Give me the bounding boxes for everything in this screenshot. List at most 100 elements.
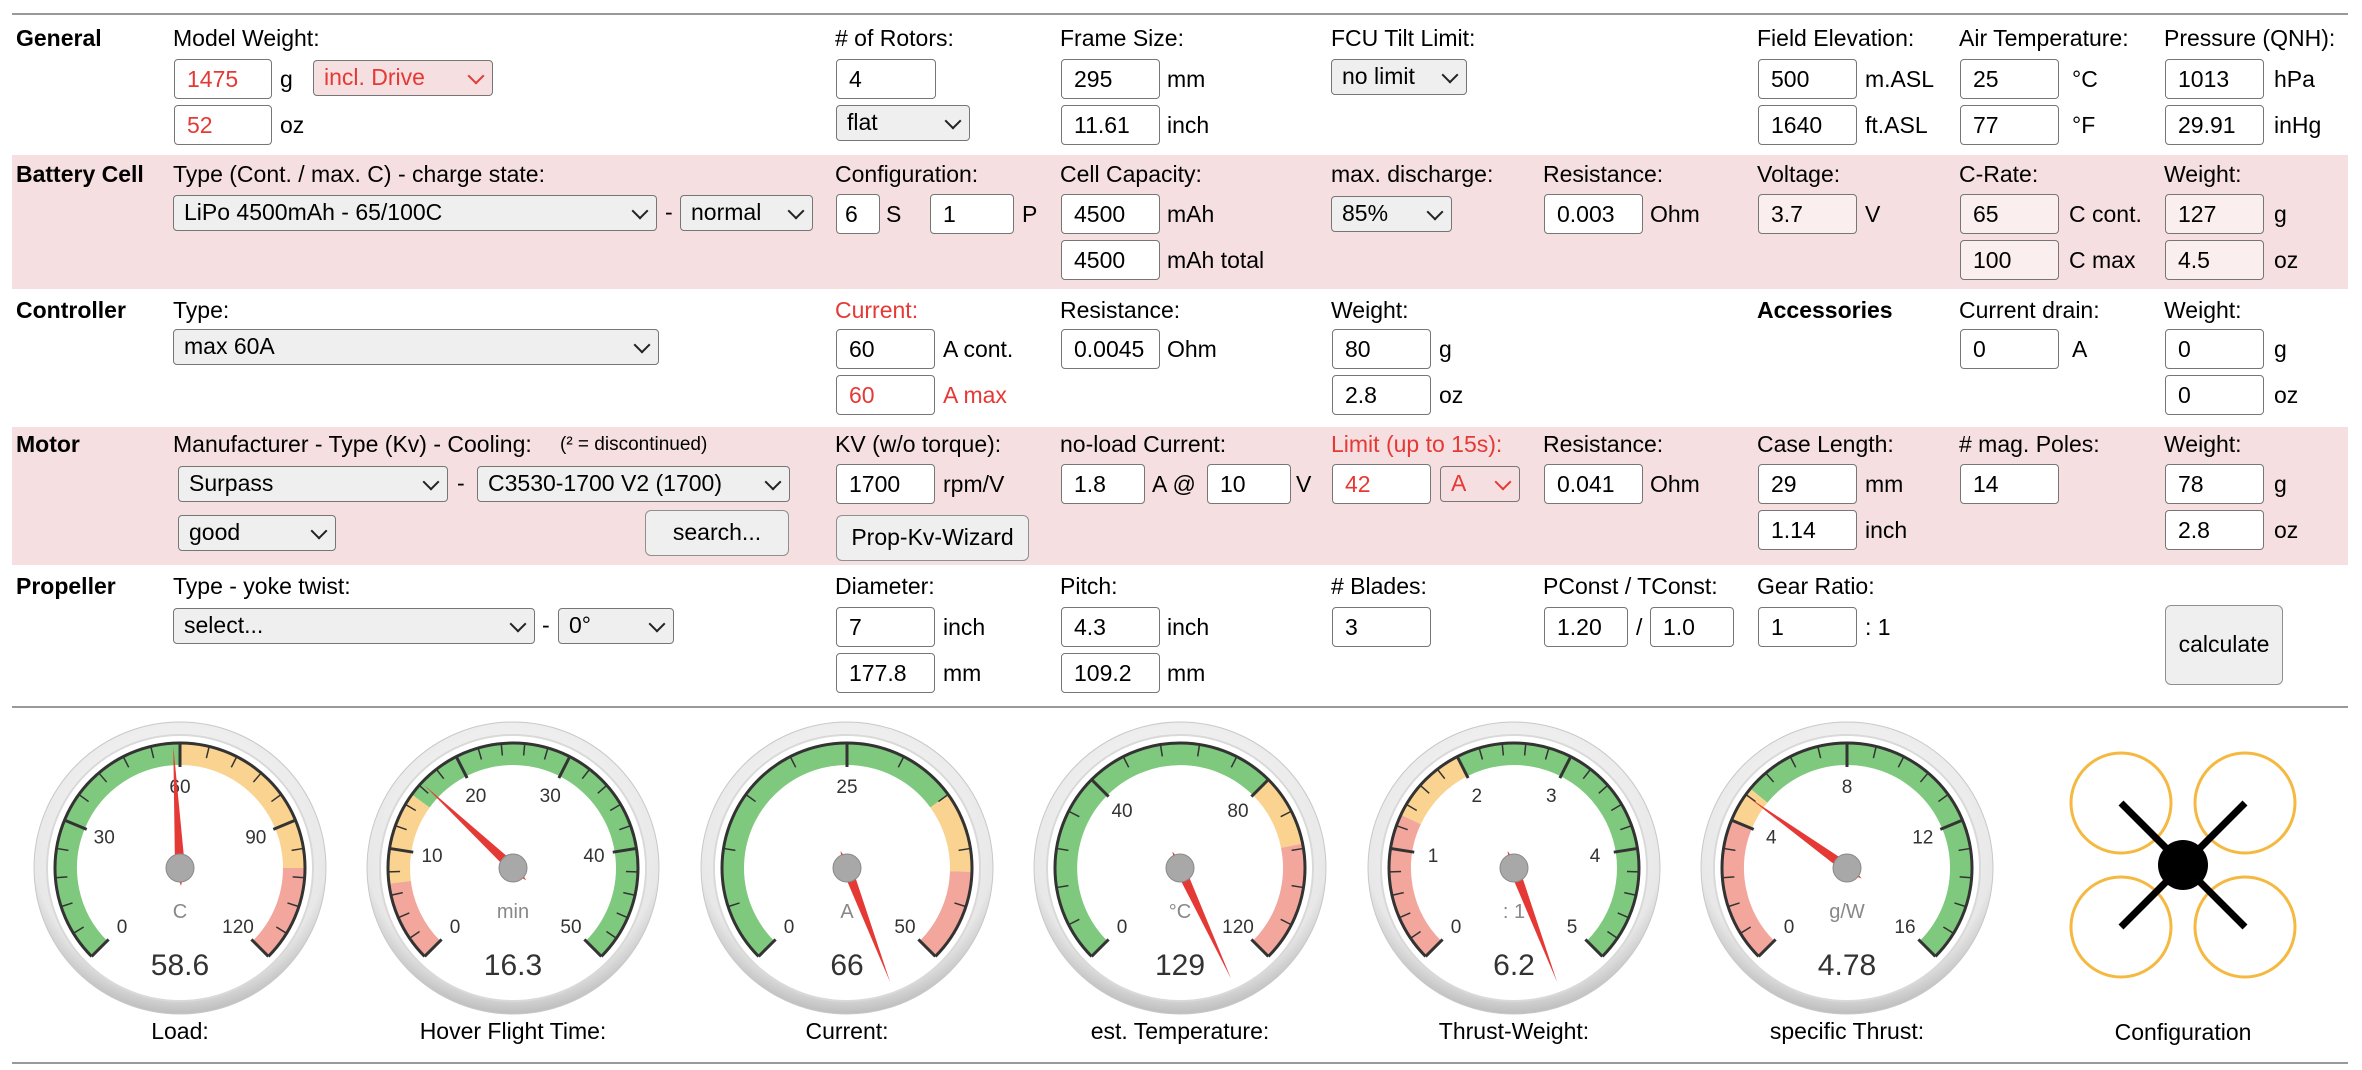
chevron-down-icon	[764, 473, 782, 491]
drive-select[interactable]: incl. Drive	[313, 60, 493, 96]
case-length-inch-input[interactable]	[1758, 510, 1857, 550]
gauge-minor-tick	[1722, 876, 1735, 879]
battery-type-select[interactable]: LiPo 4500mAh - 65/100C	[173, 195, 657, 231]
case-length-label: Case Length:	[1757, 431, 1894, 457]
accessories-weight-oz-input[interactable]	[2165, 375, 2264, 415]
frame-center	[2158, 840, 2208, 890]
noload-voltage-input[interactable]	[1207, 464, 1291, 504]
gauge-tick-label: 30	[540, 786, 561, 807]
gauge-hub	[165, 853, 195, 883]
gauge-unit: C	[173, 901, 187, 923]
c-cont-input[interactable]	[1960, 194, 2059, 234]
gauge-tick-label: 1	[1428, 846, 1439, 867]
gauge-current: 0 25 50 A 66 Current:	[697, 718, 997, 1050]
mag-poles-label: # mag. Poles:	[1959, 431, 2100, 457]
model-weight-g-unit: g	[280, 66, 293, 92]
controller-type-select[interactable]: max 60A	[173, 329, 659, 365]
pitch-inch-input[interactable]	[1061, 607, 1160, 647]
frame-size-label: Frame Size:	[1060, 25, 1184, 51]
air-temp-c-unit: °C	[2072, 66, 2098, 92]
configuration-label: Configuration	[2114, 1019, 2252, 1045]
battery-resistance-input[interactable]	[1544, 194, 1643, 234]
elevation-ft-input[interactable]	[1758, 105, 1857, 145]
motor-limit-unit-select[interactable]: A	[1440, 466, 1520, 502]
configuration-diagram[interactable]	[2063, 745, 2303, 985]
gauge-tick-label: 8	[1842, 777, 1853, 798]
gear-ratio-input[interactable]	[1758, 607, 1857, 647]
capacity-total-input[interactable]	[1061, 240, 1160, 280]
series-input[interactable]	[836, 194, 880, 234]
pressure-hpa-unit: hPa	[2274, 66, 2315, 92]
motor-resistance-input[interactable]	[1544, 464, 1643, 504]
noload-current-input[interactable]	[1061, 464, 1145, 504]
controller-weight-label: Weight:	[1331, 297, 1409, 323]
air-temp-c-input[interactable]	[1960, 59, 2059, 99]
frame-inch-input[interactable]	[1061, 105, 1160, 145]
prop-kv-wizard-button[interactable]: Prop-Kv-Wizard	[836, 515, 1029, 561]
kv-input[interactable]	[836, 464, 935, 504]
gauge-tick-label: 40	[1111, 801, 1132, 822]
rotors-input[interactable]	[836, 59, 936, 99]
max-discharge-select[interactable]: 85%	[1331, 196, 1452, 232]
chevron-down-icon	[944, 112, 962, 130]
gauge-unit: °C	[1169, 901, 1191, 923]
motor-weight-g-input[interactable]	[2165, 464, 2264, 504]
gauge-tick-label: 0	[117, 917, 128, 938]
tilt-limit-select[interactable]: no limit	[1331, 59, 1467, 95]
motor-dash: -	[457, 470, 465, 496]
c-max-unit: C max	[2069, 247, 2136, 273]
controller-weight-g-input[interactable]	[1332, 329, 1431, 369]
propeller-type-label: Type - yoke twist:	[173, 573, 351, 599]
gauge-unit: A	[840, 901, 854, 923]
accessories-weight-g-input[interactable]	[2165, 329, 2264, 369]
pressure-inhg-input[interactable]	[2165, 105, 2264, 145]
diameter-inch-input[interactable]	[836, 607, 935, 647]
yoke-twist-select[interactable]: 0°	[558, 608, 674, 644]
controller-resistance-input[interactable]	[1061, 329, 1160, 369]
pitch-mm-input[interactable]	[1061, 653, 1160, 693]
air-temp-f-input[interactable]	[1960, 105, 2059, 145]
current-drain-input[interactable]	[1960, 329, 2059, 369]
model-weight-g-input[interactable]	[174, 59, 272, 99]
diameter-mm-input[interactable]	[836, 653, 935, 693]
motor-weight-g-unit: g	[2274, 471, 2287, 497]
capacity-input[interactable]	[1061, 194, 1160, 234]
battery-weight-g-input[interactable]	[2165, 194, 2264, 234]
c-max-input[interactable]	[1960, 240, 2059, 280]
propeller-type-select[interactable]: select...	[173, 608, 535, 644]
parallel-input[interactable]	[930, 194, 1014, 234]
case-length-mm-input[interactable]	[1758, 464, 1857, 504]
chevron-down-icon	[633, 336, 651, 354]
pconst-input[interactable]	[1544, 607, 1628, 647]
controller-current-cont-unit: A cont.	[943, 336, 1014, 362]
controller-current-cont-input[interactable]	[836, 329, 935, 369]
motor-search-button[interactable]: search...	[645, 510, 789, 556]
battery-weight-oz-input[interactable]	[2165, 240, 2264, 280]
motor-model-select[interactable]: C3530-1700 V2 (1700)	[477, 466, 790, 502]
voltage-input[interactable]	[1758, 194, 1857, 234]
battery-resistance-label: Resistance:	[1543, 161, 1664, 187]
motor-limit-input[interactable]	[1332, 464, 1431, 504]
frame-mm-input[interactable]	[1061, 59, 1160, 99]
tconst-input[interactable]	[1650, 607, 1734, 647]
charge-state-select[interactable]: normal	[680, 195, 813, 231]
motor-weight-oz-input[interactable]	[2165, 510, 2264, 550]
controller-weight-oz-input[interactable]	[1332, 375, 1431, 415]
gauge-tick-label: 16	[1894, 917, 1915, 938]
calculate-button[interactable]: calculate	[2165, 605, 2283, 685]
model-weight-oz-input[interactable]	[174, 105, 272, 145]
quadcopter-icon	[2069, 751, 2297, 979]
pressure-hpa-input[interactable]	[2165, 59, 2264, 99]
mag-poles-input[interactable]	[1960, 464, 2059, 504]
gauge-hub	[1165, 853, 1195, 883]
chevron-down-icon	[509, 615, 527, 633]
gauge-minor-tick	[1959, 876, 1972, 879]
motor-cooling-select[interactable]: good	[178, 515, 336, 551]
motor-resistance-label: Resistance:	[1543, 431, 1664, 457]
blades-input[interactable]	[1332, 607, 1431, 647]
controller-current-max-input[interactable]	[836, 375, 935, 415]
rotor-layout-select[interactable]: flat	[836, 105, 970, 141]
capacity-total-unit: mAh total	[1167, 247, 1265, 273]
elevation-m-input[interactable]	[1758, 59, 1857, 99]
motor-manufacturer-select[interactable]: Surpass	[178, 466, 448, 502]
